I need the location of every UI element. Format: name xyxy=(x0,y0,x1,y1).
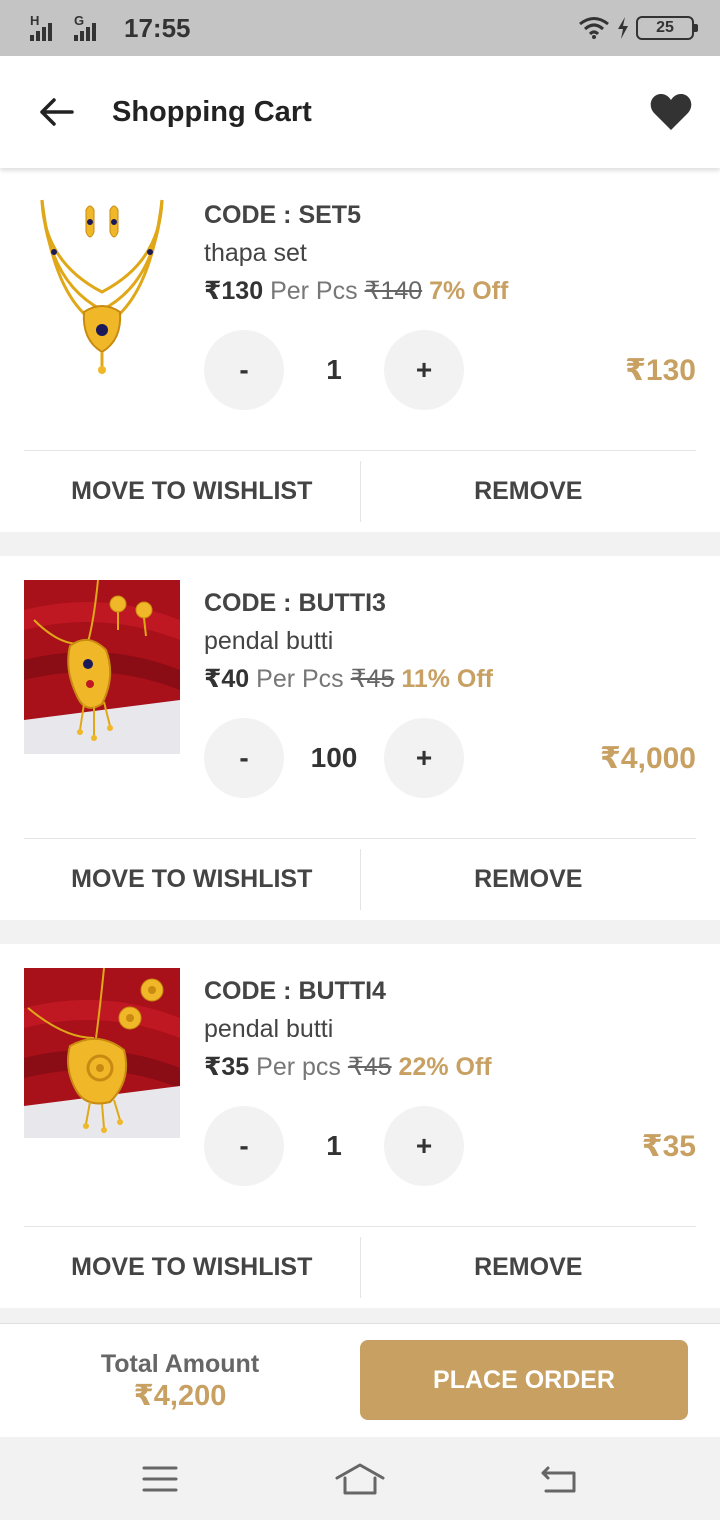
charging-icon xyxy=(618,17,628,39)
product-name: thapa set xyxy=(204,239,307,267)
price-unit: Per Pcs xyxy=(256,665,344,693)
product-name: pendal butti xyxy=(204,1015,334,1043)
menu-icon xyxy=(142,1466,178,1491)
product-info: CODE : BUTTI4 pendal butti ₹35 Per pcs ₹… xyxy=(204,972,696,1086)
discount-label: 7% Off xyxy=(429,277,509,305)
cart-item: CODE : BUTTI4 pendal butti ₹35 Per pcs ₹… xyxy=(0,944,720,1308)
discount-label: 11% Off xyxy=(401,665,494,693)
cart-item: CODE : BUTTI3 pendal butti ₹40 Per Pcs ₹… xyxy=(0,556,720,920)
wifi-icon xyxy=(579,17,609,39)
battery-icon: 25 xyxy=(636,16,698,40)
quantity-value: 1 xyxy=(326,1130,342,1161)
checkout-bar: Total Amount ₹4,200 PLACE ORDER xyxy=(0,1323,720,1437)
product-code: CODE : SET5 xyxy=(204,201,361,229)
total-label: Total Amount xyxy=(100,1349,260,1378)
increase-quantity-button[interactable]: + xyxy=(384,330,464,410)
total-amount: ₹4,200 xyxy=(133,1379,227,1412)
increase-quantity-button[interactable]: + xyxy=(384,1106,464,1186)
back-button[interactable] xyxy=(28,84,84,140)
remove-button[interactable]: REMOVE xyxy=(361,839,697,920)
place-order-button[interactable]: PLACE ORDER xyxy=(360,1340,688,1420)
item-subtotal: ₹4,000 xyxy=(600,741,696,775)
product-code: CODE : BUTTI3 xyxy=(204,589,386,617)
unit-price: ₹40 xyxy=(204,665,250,693)
product-name: pendal butti xyxy=(204,627,334,655)
decrease-quantity-button[interactable]: - xyxy=(204,718,284,798)
app-bar: Shopping Cart xyxy=(0,56,720,168)
status-icons-right: 25 xyxy=(578,16,698,40)
pendant-set-image xyxy=(24,968,180,1138)
page-title: Shopping Cart xyxy=(112,95,312,128)
product-info: CODE : BUTTI3 pendal butti ₹40 Per Pcs ₹… xyxy=(204,584,696,698)
system-nav-bar xyxy=(0,1437,720,1520)
menu-button[interactable] xyxy=(125,1449,195,1509)
move-to-wishlist-button[interactable]: MOVE TO WISHLIST xyxy=(24,1227,360,1308)
unit-price: ₹130 xyxy=(204,277,264,305)
arrow-left-icon xyxy=(40,98,74,126)
price-line: ₹35 Per pcs ₹45 22% Off xyxy=(204,1048,696,1086)
cart-item: CODE : SET5 thapa set ₹130 Per Pcs ₹140 … xyxy=(0,168,720,532)
total-summary: Total Amount ₹4,200 xyxy=(0,1349,360,1413)
decrease-quantity-button[interactable]: - xyxy=(204,1106,284,1186)
quantity-row: - 1 + ₹35 xyxy=(204,1106,696,1186)
item-subtotal: ₹35 xyxy=(641,1129,696,1163)
price-line: ₹40 Per Pcs ₹45 11% Off xyxy=(204,660,696,698)
price-line: ₹130 Per Pcs ₹140 7% Off xyxy=(204,272,696,310)
back-icon xyxy=(541,1466,576,1492)
item-actions: MOVE TO WISHLIST REMOVE xyxy=(24,450,696,532)
necklace-set-image xyxy=(40,199,164,374)
remove-button[interactable]: REMOVE xyxy=(361,1227,697,1308)
item-actions: MOVE TO WISHLIST REMOVE xyxy=(24,1226,696,1308)
signal-2-icon: G xyxy=(74,13,114,41)
unit-price: ₹35 xyxy=(204,1053,250,1081)
product-info: CODE : SET5 thapa set ₹130 Per Pcs ₹140 … xyxy=(204,196,696,310)
item-subtotal: ₹130 xyxy=(625,353,696,387)
status-time: 17:55 xyxy=(124,12,191,43)
original-price: ₹140 xyxy=(364,277,423,305)
product-image xyxy=(24,968,180,1138)
original-price: ₹45 xyxy=(350,665,395,693)
signal-1-icon: H xyxy=(30,13,70,41)
quantity-value: 100 xyxy=(310,742,358,773)
original-price: ₹45 xyxy=(347,1053,392,1081)
quantity-row: - 100 + ₹4,000 xyxy=(204,718,696,798)
wishlist-button[interactable] xyxy=(646,87,696,137)
product-image xyxy=(24,580,180,754)
home-button[interactable] xyxy=(325,1449,395,1509)
status-bar: H G 17:55 25 xyxy=(0,0,720,56)
remove-button[interactable]: REMOVE xyxy=(361,451,697,532)
price-unit: Per Pcs xyxy=(270,277,358,305)
price-unit: Per pcs xyxy=(256,1053,341,1081)
product-image xyxy=(24,192,180,376)
decrease-quantity-button[interactable]: - xyxy=(204,330,284,410)
move-to-wishlist-button[interactable]: MOVE TO WISHLIST xyxy=(24,839,360,920)
product-code: CODE : BUTTI4 xyxy=(204,977,386,1005)
move-to-wishlist-button[interactable]: MOVE TO WISHLIST xyxy=(24,451,360,532)
discount-label: 22% Off xyxy=(398,1053,492,1081)
nav-back-button[interactable] xyxy=(525,1449,595,1509)
status-icons-left: H G 17:55 xyxy=(30,13,191,44)
quantity-row: - 1 + ₹130 xyxy=(204,330,696,410)
increase-quantity-button[interactable]: + xyxy=(384,718,464,798)
heart-icon xyxy=(650,94,692,130)
quantity-value: 1 xyxy=(326,354,342,385)
home-icon xyxy=(335,1463,385,1494)
item-actions: MOVE TO WISHLIST REMOVE xyxy=(24,838,696,920)
pendant-set-image xyxy=(24,580,180,754)
